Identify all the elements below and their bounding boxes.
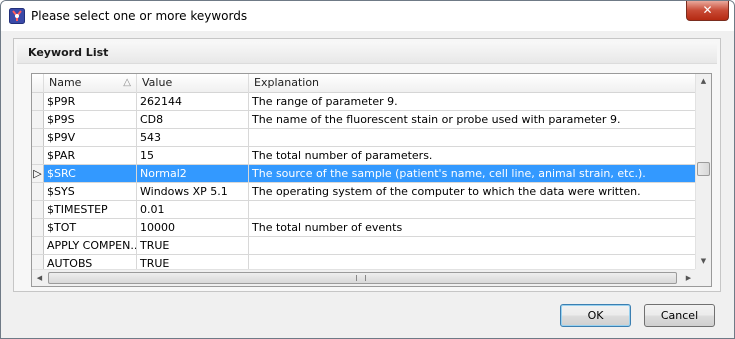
- column-header-name-label: Name: [49, 76, 82, 89]
- app-icon: [9, 8, 25, 24]
- horizontal-scrollbar[interactable]: ◀ ▶: [32, 269, 696, 286]
- row-explanation-cell: [249, 237, 696, 254]
- row-name-cell: APPLY COMPEN...: [44, 237, 137, 254]
- row-explanation-cell: The total number of events: [252, 221, 403, 234]
- table-row[interactable]: $PAR 15 The total number of parameters.: [32, 147, 696, 165]
- row-value-cell: 543: [137, 129, 249, 146]
- row-indicator[interactable]: [32, 147, 44, 164]
- dialog-client: Keyword List Name △ Value Explanation $P…: [7, 31, 728, 333]
- horizontal-scroll-thumb[interactable]: [48, 272, 677, 284]
- row-indicator[interactable]: [32, 93, 44, 110]
- column-header-value[interactable]: Value: [137, 74, 249, 93]
- close-button[interactable]: ✕: [686, 1, 729, 21]
- table-row[interactable]: $TIMESTEP 0.01: [32, 201, 696, 219]
- row-explanation-cell: The source of the sample (patient's name…: [252, 167, 646, 180]
- grid-rows: $P9R 262144 The range of parameter 9. $P…: [32, 93, 696, 273]
- row-value-cell: 10000: [137, 219, 249, 236]
- scrollbar-corner: [695, 269, 711, 286]
- scroll-right-icon[interactable]: ▶: [681, 271, 696, 286]
- row-value-cell: Normal2: [137, 165, 249, 182]
- table-row[interactable]: $P9R 262144 The range of parameter 9.: [32, 93, 696, 111]
- table-row[interactable]: APPLY COMPEN... TRUE: [32, 237, 696, 255]
- row-indicator[interactable]: [32, 183, 44, 200]
- table-row[interactable]: $SYS Windows XP 5.1 The operating system…: [32, 183, 696, 201]
- cancel-button[interactable]: Cancel: [644, 304, 715, 327]
- row-indicator[interactable]: [32, 237, 44, 254]
- vertical-scroll-thumb[interactable]: [697, 162, 710, 176]
- row-value-cell: 0.01: [137, 201, 249, 218]
- group-title: Keyword List: [28, 46, 109, 59]
- row-value-cell: TRUE: [137, 237, 249, 254]
- row-indicator[interactable]: [32, 129, 44, 146]
- keyword-groupbox: Keyword List Name △ Value Explanation $P…: [13, 38, 721, 292]
- row-indicator[interactable]: ▷: [32, 165, 44, 182]
- row-explanation-cell: [249, 129, 696, 146]
- row-indicator[interactable]: [32, 111, 44, 128]
- table-row-selected[interactable]: ▷ $SRC Normal2 The source of the sample …: [32, 165, 696, 183]
- ok-button[interactable]: OK: [560, 304, 631, 327]
- scroll-down-icon[interactable]: ▼: [696, 254, 711, 269]
- vertical-scrollbar[interactable]: ▲ ▼: [695, 74, 711, 269]
- window-title: Please select one or more keywords: [31, 9, 248, 23]
- row-name-cell: $P9R: [44, 93, 137, 110]
- keyword-grid[interactable]: Name △ Value Explanation $P9R 262144 The…: [31, 73, 712, 287]
- current-row-arrow-icon: ▷: [33, 167, 42, 180]
- scroll-grip-icon: [356, 275, 366, 281]
- row-explanation-cell: The operating system of the computer to …: [252, 185, 641, 198]
- row-indicator[interactable]: [32, 219, 44, 236]
- table-row[interactable]: $P9S CD8 The name of the fluorescent sta…: [32, 111, 696, 129]
- row-name-cell: $SRC: [44, 165, 137, 182]
- row-value-cell: 262144: [137, 93, 249, 110]
- column-header-name[interactable]: Name △: [44, 74, 137, 93]
- row-explanation-cell: [249, 201, 696, 218]
- column-header-explanation[interactable]: Explanation: [249, 74, 696, 93]
- group-header: Keyword List: [17, 42, 717, 64]
- close-icon: ✕: [702, 3, 713, 17]
- row-value-cell: Windows XP 5.1: [137, 183, 249, 200]
- dialog-window: Please select one or more keywords ✕ Key…: [0, 0, 735, 339]
- title-bar[interactable]: Please select one or more keywords ✕: [1, 1, 734, 31]
- row-explanation-cell: The range of parameter 9.: [252, 95, 398, 108]
- row-name-cell: $P9V: [44, 129, 137, 146]
- column-header-value-label: Value: [142, 76, 173, 89]
- row-indicator[interactable]: [32, 201, 44, 218]
- row-value-cell: 15: [137, 147, 249, 164]
- row-name-cell: $TOT: [44, 219, 137, 236]
- row-value-cell: CD8: [137, 111, 249, 128]
- header-indicator-cell: [32, 74, 44, 93]
- column-header-explanation-label: Explanation: [254, 76, 320, 89]
- table-row[interactable]: $TOT 10000 The total number of events: [32, 219, 696, 237]
- row-explanation-cell: The name of the fluorescent stain or pro…: [252, 113, 621, 126]
- table-row[interactable]: $P9V 543: [32, 129, 696, 147]
- row-name-cell: $SYS: [44, 183, 137, 200]
- sort-ascending-icon: △: [123, 77, 131, 88]
- row-name-cell: $TIMESTEP: [44, 201, 137, 218]
- scroll-up-icon[interactable]: ▲: [696, 74, 711, 89]
- row-explanation-cell: The total number of parameters.: [252, 149, 433, 162]
- row-name-cell: $PAR: [44, 147, 137, 164]
- grid-header: Name △ Value Explanation: [32, 74, 696, 93]
- row-name-cell: $P9S: [44, 111, 137, 128]
- scroll-left-icon[interactable]: ◀: [32, 271, 47, 286]
